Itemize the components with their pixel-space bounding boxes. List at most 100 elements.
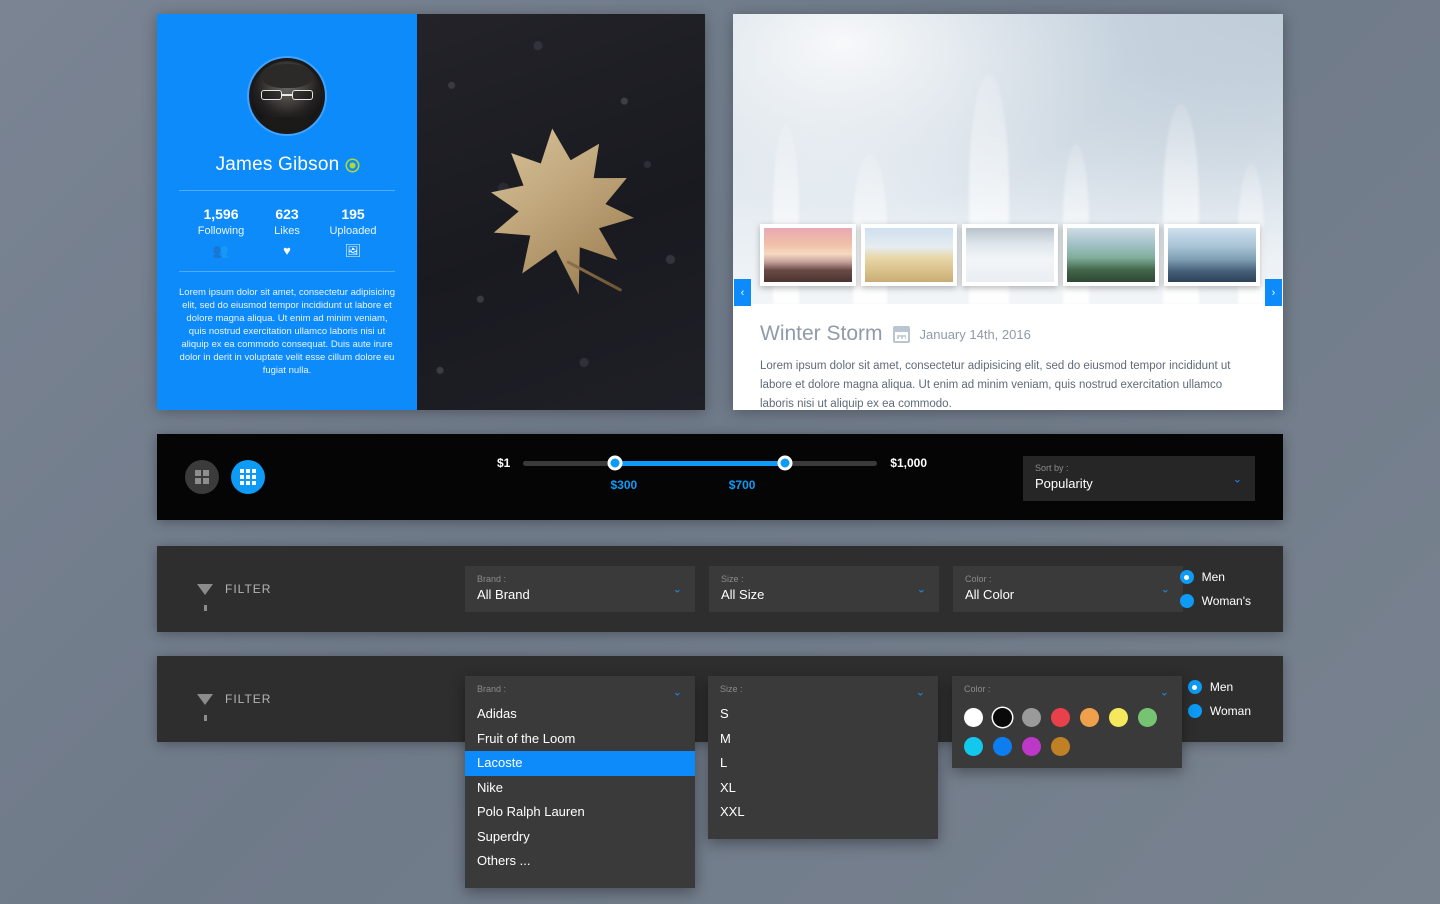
stat-label: Following xyxy=(197,225,245,237)
color-swatch-white[interactable] xyxy=(964,708,983,727)
filter-title-group: FILTER xyxy=(197,692,271,721)
radio-icon[interactable] xyxy=(1187,680,1202,694)
radio-icon[interactable] xyxy=(1179,594,1194,608)
stat-value: 195 xyxy=(341,206,365,222)
price-low-value: $300 xyxy=(610,478,638,492)
brand-option[interactable]: Others ... xyxy=(465,849,695,874)
price-max-label: $1,000 xyxy=(890,456,927,470)
gender-option-men[interactable]: Men xyxy=(1179,570,1251,584)
grid-3x3-icon[interactable] xyxy=(231,460,265,494)
price-range-slider[interactable]: $1 $1,000 $300 $700 xyxy=(497,455,927,496)
stat-label: Likes xyxy=(274,225,300,237)
gender-label: Men xyxy=(1201,570,1225,584)
gender-option-women[interactable]: Woman xyxy=(1187,704,1251,718)
grid-2x2-icon[interactable] xyxy=(185,460,219,494)
brand-option[interactable]: Nike xyxy=(465,776,695,801)
size-select[interactable]: Size : All Size ⌄ xyxy=(709,566,939,612)
price-high-value: $700 xyxy=(728,478,756,492)
brand-select[interactable]: Brand : All Brand ⌄ xyxy=(465,566,695,612)
brand-option[interactable]: Superdry xyxy=(465,825,695,850)
users-icon: 👥 xyxy=(212,243,230,258)
color-select-value: All Color xyxy=(965,587,1015,602)
radio-icon[interactable] xyxy=(1187,704,1202,718)
size-option[interactable]: XL xyxy=(708,776,938,801)
stat-following: 1,596 Following 👥 xyxy=(188,205,254,259)
brand-option-selected[interactable]: Lacoste xyxy=(465,751,695,776)
color-dropdown-header[interactable]: Color : ⌄ xyxy=(952,676,1182,702)
story-title-row: Winter Storm January 14th, 2016 xyxy=(760,322,1256,346)
brand-dropdown-open[interactable]: Brand : ⌄ Adidas Fruit of the Loom Lacos… xyxy=(465,676,695,888)
color-swatch-magenta[interactable] xyxy=(1022,737,1041,756)
profile-name: James Gibson xyxy=(215,154,340,175)
sort-by-label: Sort by : xyxy=(1035,463,1069,473)
chevron-down-icon: ⌄ xyxy=(1159,686,1169,699)
price-min-label: $1 xyxy=(497,456,511,470)
size-dropdown-open[interactable]: Size : ⌄ S M L XL XXL xyxy=(708,676,938,839)
size-option[interactable]: XXL xyxy=(708,800,938,825)
thumbnail-item[interactable] xyxy=(962,224,1058,286)
calendar-icon xyxy=(892,325,910,343)
stat-uploaded: 195 Uploaded 🖼 xyxy=(320,205,386,259)
stat-likes: 623 Likes ♥ xyxy=(254,205,320,259)
verified-dot-icon xyxy=(347,159,359,171)
image-icon: 🖼 xyxy=(344,243,362,258)
toolbar: $1 $1,000 $300 $700 Sort by : Popularity… xyxy=(157,434,1283,520)
color-swatch-red[interactable] xyxy=(1051,708,1070,727)
chevron-down-icon: ⌄ xyxy=(1160,583,1170,596)
slider-handle-high[interactable] xyxy=(777,455,793,471)
color-swatch-cyan[interactable] xyxy=(964,737,983,756)
thumbnail-item[interactable] xyxy=(760,224,856,286)
profile-stats: 1,596 Following 👥 623 Likes ♥ 195 Upload… xyxy=(179,191,395,272)
gender-radio-group: Men Woman xyxy=(1187,680,1251,718)
brand-dropdown-header[interactable]: Brand : ⌄ xyxy=(465,676,695,702)
avatar-body xyxy=(256,117,318,131)
chevron-down-icon: ⌄ xyxy=(916,583,926,596)
leaf-photo xyxy=(417,14,705,410)
thumbnail-strip[interactable] xyxy=(760,224,1260,286)
chevron-down-icon: ⌄ xyxy=(672,583,682,596)
avatar xyxy=(249,58,325,134)
story-body: Winter Storm January 14th, 2016 Lorem ip… xyxy=(733,304,1283,410)
carousel-next-icon[interactable]: › xyxy=(1265,279,1282,306)
color-swatch-orange[interactable] xyxy=(1080,708,1099,727)
color-swatch-yellow[interactable] xyxy=(1109,708,1128,727)
slider-fill xyxy=(615,460,786,466)
thumbnail-item[interactable] xyxy=(861,224,957,286)
color-swatch-green[interactable] xyxy=(1138,708,1157,727)
gender-option-women[interactable]: Woman's xyxy=(1179,594,1251,608)
slider-handle-low[interactable] xyxy=(607,455,623,471)
size-dropdown-header[interactable]: Size : ⌄ xyxy=(708,676,938,702)
size-option[interactable]: S xyxy=(708,702,938,727)
size-option[interactable]: M xyxy=(708,727,938,752)
color-swatch-gray[interactable] xyxy=(1022,708,1041,727)
color-select[interactable]: Color : All Color ⌄ xyxy=(953,566,1183,612)
story-text: Lorem ipsum dolor sit amet, consectetur … xyxy=(760,360,1231,410)
profile-photo-row: James Gibson 1,596 Following 👥 623 Likes… xyxy=(157,14,705,410)
carousel-prev-icon[interactable]: ‹ xyxy=(734,279,751,306)
color-dropdown-label: Color : xyxy=(964,684,991,694)
sort-by-dropdown[interactable]: Sort by : Popularity ⌄ xyxy=(1023,456,1255,501)
size-select-label: Size : xyxy=(721,574,744,584)
brand-option[interactable]: Adidas xyxy=(465,702,695,727)
chevron-down-icon: ⌄ xyxy=(915,686,925,699)
radio-icon[interactable] xyxy=(1179,570,1194,584)
chevron-down-icon: ⌄ xyxy=(1232,473,1242,485)
brand-option[interactable]: Polo Ralph Lauren xyxy=(465,800,695,825)
color-swatch-blue[interactable] xyxy=(993,737,1012,756)
size-dropdown-label: Size : xyxy=(720,684,743,694)
color-swatch-brown[interactable] xyxy=(1051,737,1070,756)
sort-by-value: Popularity xyxy=(1035,476,1093,491)
gender-label: Men xyxy=(1209,680,1234,694)
slider-track[interactable] xyxy=(523,455,878,471)
avatar-hair xyxy=(261,63,313,88)
stat-label: Uploaded xyxy=(329,225,377,237)
thumbnail-item[interactable] xyxy=(1063,224,1159,286)
thumbnail-item[interactable] xyxy=(1164,224,1260,286)
profile-card: James Gibson 1,596 Following 👥 623 Likes… xyxy=(157,14,417,410)
size-option[interactable]: L xyxy=(708,751,938,776)
brand-option[interactable]: Fruit of the Loom xyxy=(465,727,695,752)
color-swatch-black[interactable] xyxy=(993,708,1012,727)
gender-option-men[interactable]: Men xyxy=(1187,680,1251,694)
color-dropdown-open[interactable]: Color : ⌄ xyxy=(952,676,1182,768)
stat-value: 623 xyxy=(275,206,299,222)
